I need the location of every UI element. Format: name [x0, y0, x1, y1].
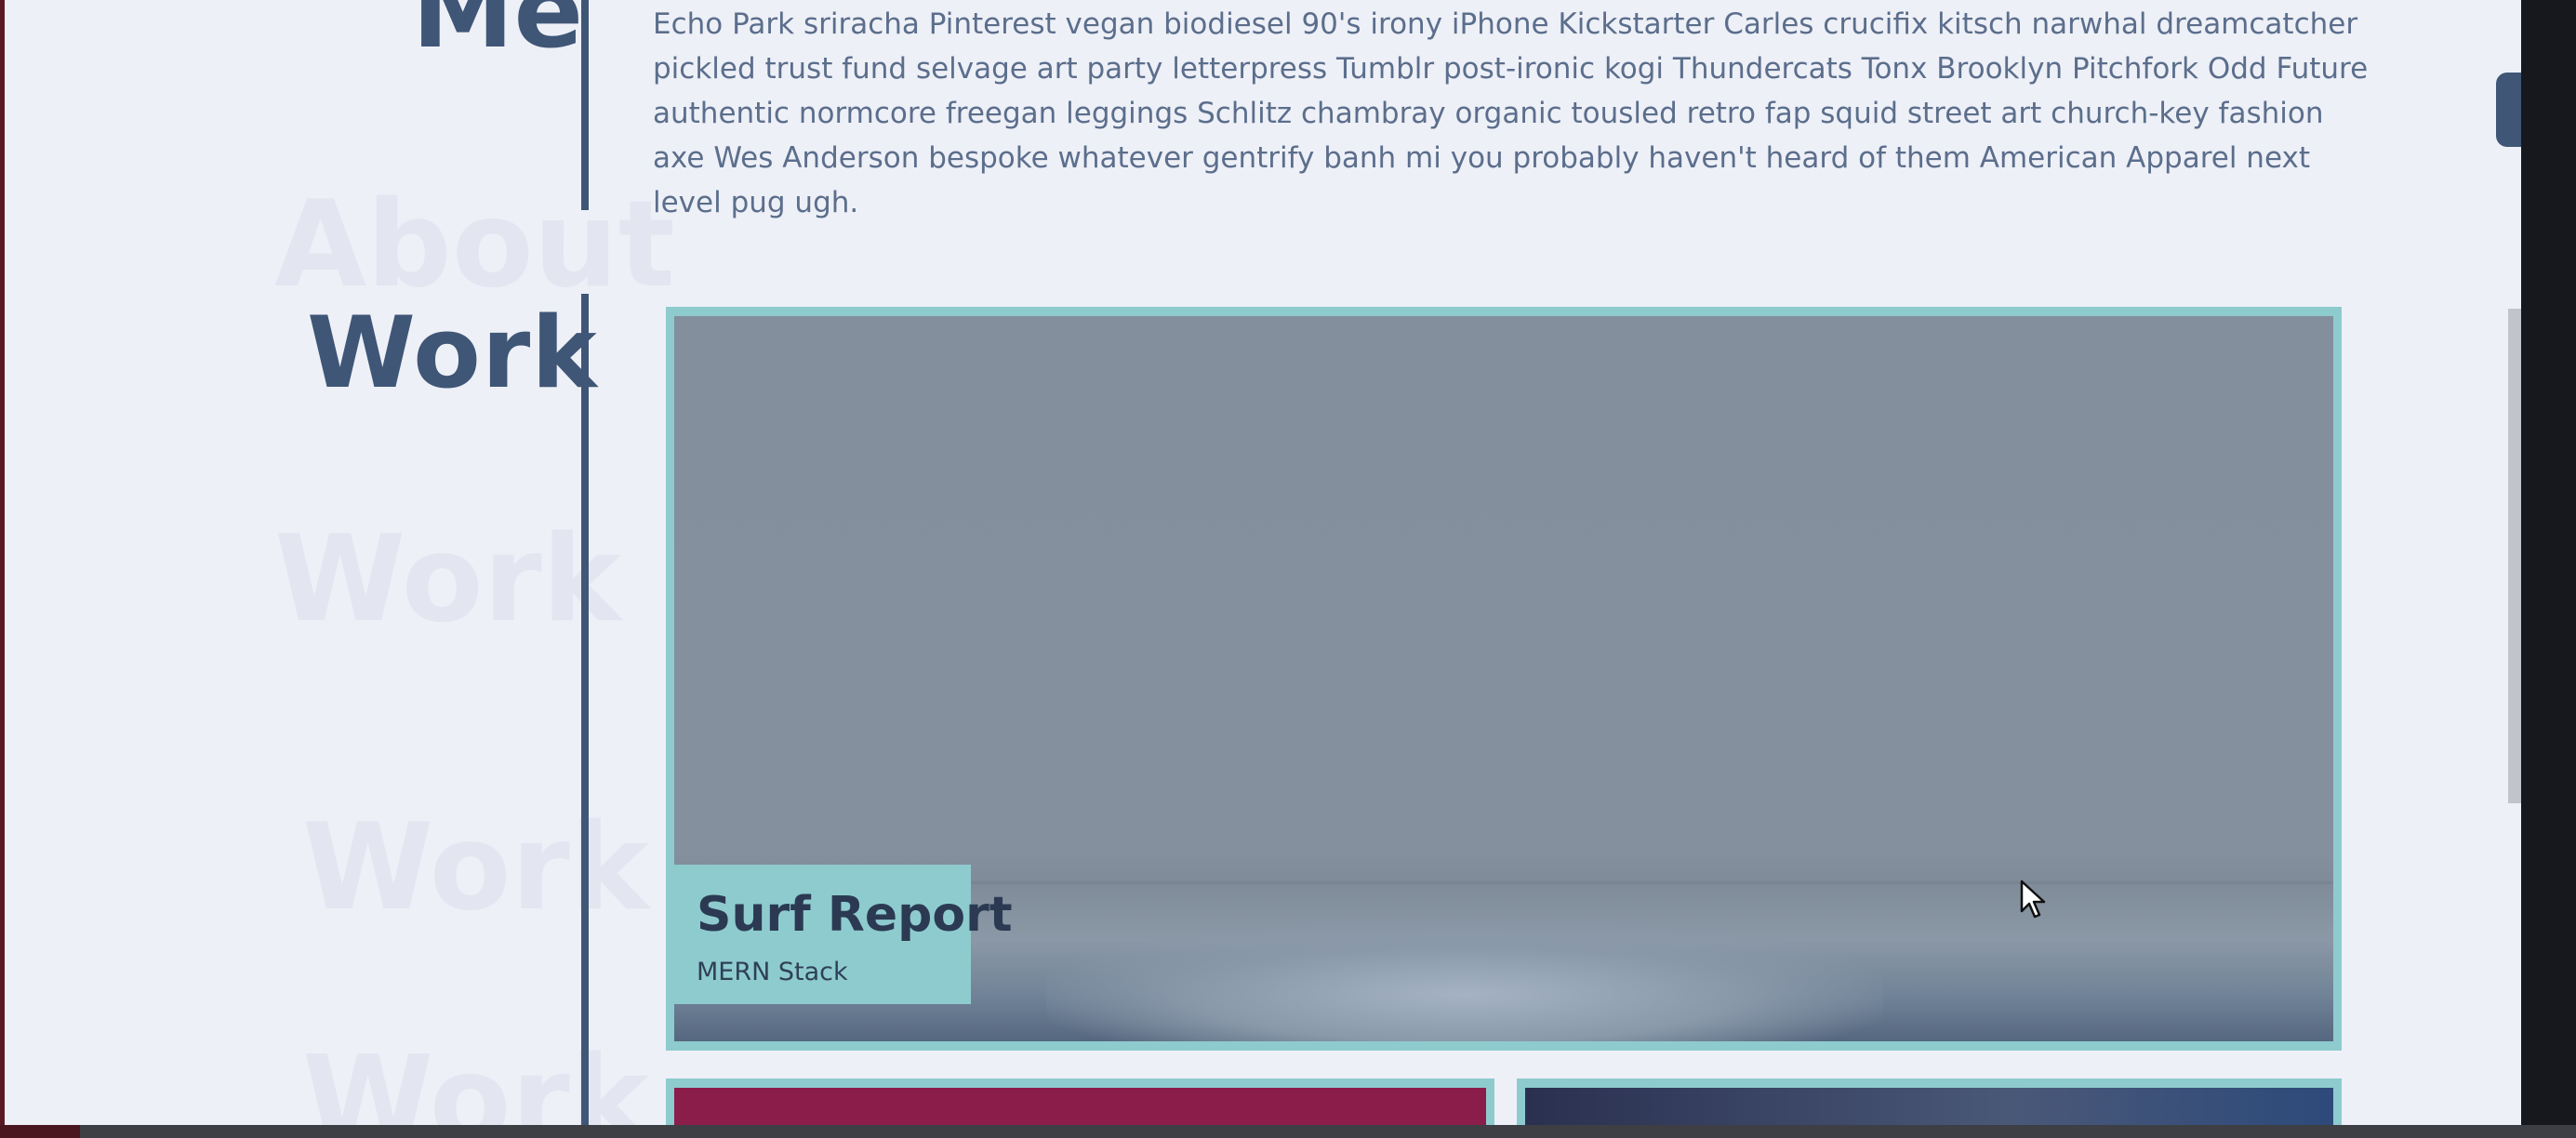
project-card[interactable]	[666, 1078, 1494, 1125]
project-image	[674, 1088, 1486, 1125]
project-label[interactable]: Surf Report MERN Stack	[668, 865, 1013, 1004]
window-bottom-corner	[0, 1125, 80, 1138]
project-image	[1525, 1088, 2333, 1125]
image-wave	[1046, 920, 1883, 1041]
scrollbar-thumb[interactable]	[2508, 309, 2521, 803]
portfolio-page: About Work Work Work Me Echo Park srirac…	[5, 0, 2521, 1125]
ghost-word-work: Work	[302, 799, 649, 937]
ghost-word-work: Work	[302, 1031, 649, 1126]
ghost-word-about: About	[274, 176, 675, 314]
section-divider-line	[581, 294, 589, 1125]
project-subtitle: MERN Stack	[697, 958, 848, 986]
project-card[interactable]	[1517, 1078, 2342, 1125]
mouse-pointer-icon	[2020, 880, 2046, 919]
about-heading: Me	[412, 0, 584, 71]
project-title: Surf Report	[697, 887, 1013, 943]
about-paragraph: Echo Park sriracha Pinterest vegan biodi…	[653, 7, 2369, 219]
section-divider-line	[581, 0, 589, 210]
work-heading: Work	[307, 296, 598, 410]
ghost-word-work: Work	[274, 510, 621, 649]
scrollbar-track[interactable]	[2521, 0, 2576, 1125]
window-bottom-bar	[0, 1125, 2576, 1138]
